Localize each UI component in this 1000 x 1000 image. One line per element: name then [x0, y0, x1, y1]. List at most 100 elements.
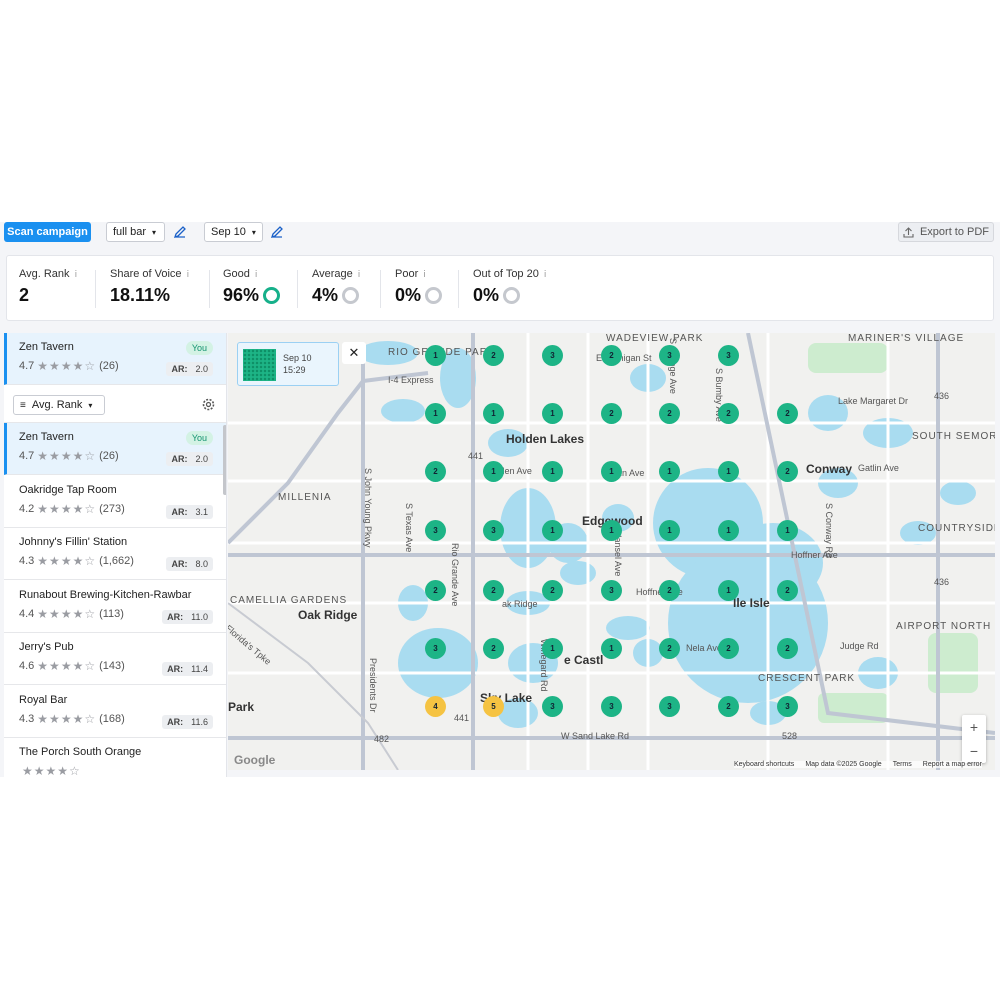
pinned-business[interactable]: Zen Tavern 4.7 ★★★★☆ (26) You AR: 2.0	[4, 333, 226, 385]
date-select[interactable]: Sep 10 ▾	[204, 222, 263, 242]
rank-pin[interactable]: 2	[601, 345, 622, 366]
rank-pin[interactable]: 3	[425, 638, 446, 659]
map-label: S Texas Ave	[404, 503, 414, 553]
toolbar: Scan campaign full bar ▾ Sep 10 ▾ Export…	[0, 222, 1000, 242]
business-list-item[interactable]: Zen Tavern 4.7 ★★★★☆ (26) AR: 2.0 You	[4, 423, 226, 475]
rank-pin[interactable]: 2	[777, 580, 798, 601]
gear-icon[interactable]	[202, 398, 215, 411]
map-label: WADEVIEW PARK	[606, 333, 704, 344]
rank-pin[interactable]: 3	[601, 696, 622, 717]
rank-pin[interactable]: 3	[425, 520, 446, 541]
rating-value: 4.4	[19, 607, 35, 620]
business-list-item[interactable]: Johnny's Fillin' Station 4.3 ★★★★☆ (1,662) A…	[4, 528, 226, 580]
rank-pin[interactable]: 1	[425, 345, 446, 366]
rank-pin[interactable]: 1	[542, 461, 563, 482]
rank-pin[interactable]: 1	[718, 461, 739, 482]
zoom-out-button[interactable]: −	[962, 739, 986, 763]
rank-pin[interactable]: 1	[718, 580, 739, 601]
map-label: 436	[934, 391, 950, 401]
info-icon[interactable]: ⅰ	[75, 269, 78, 280]
donut-icon	[503, 287, 521, 304]
business-list-item[interactable]: Royal Bar 4.3 ★★★★☆ (168) AR: 11.6	[4, 686, 226, 738]
rating-value: 4.3	[19, 712, 35, 725]
scan-card[interactable]: Sep 10 15:29	[237, 342, 339, 386]
rank-pin[interactable]: 2	[777, 638, 798, 659]
business-list-item[interactable]: Runabout Brewing-Kitchen-Rawbar 4.4 ★★★★☆(…	[4, 581, 226, 633]
rank-pin[interactable]: 2	[483, 580, 504, 601]
close-icon[interactable]: ✕	[342, 342, 366, 364]
rank-pin[interactable]: 2	[425, 580, 446, 601]
info-icon[interactable]: ⅰ	[544, 269, 547, 280]
rank-pin[interactable]: 3	[542, 345, 563, 366]
rank-pin[interactable]: 3	[718, 345, 739, 366]
rank-pin[interactable]: 1	[718, 520, 739, 541]
rank-pin[interactable]: 3	[483, 520, 504, 541]
rank-pin[interactable]: 1	[601, 520, 622, 541]
sort-select[interactable]: ≡ Avg. Rank ▾	[13, 395, 105, 415]
stat-out-of-top-20: Out of Top 20 ⅰ 0%	[473, 268, 546, 306]
map-label: Holden Lakes	[506, 432, 585, 446]
rank-pin[interactable]: 3	[777, 696, 798, 717]
rank-pin[interactable]: 2	[718, 696, 739, 717]
rank-pin[interactable]: 3	[601, 580, 622, 601]
info-icon[interactable]: ⅰ	[423, 269, 426, 280]
rank-pin[interactable]: 5	[483, 696, 504, 717]
rank-pin[interactable]: 1	[542, 403, 563, 424]
rank-pin[interactable]: 2	[483, 638, 504, 659]
rank-pin[interactable]: 2	[659, 638, 680, 659]
rank-pin[interactable]: 1	[659, 520, 680, 541]
keyboard-shortcuts-link[interactable]: Keyboard shortcuts	[734, 761, 794, 768]
map-label: lin Ave	[618, 468, 645, 478]
keyword-select[interactable]: full bar ▾	[106, 222, 165, 242]
terms-link[interactable]: Terms	[893, 761, 912, 768]
business-name: Runabout Brewing-Kitchen-Rawbar	[19, 588, 192, 601]
review-count: (113)	[99, 607, 124, 620]
map-label: 436	[934, 577, 950, 587]
scan-campaign-button[interactable]: Scan campaign	[4, 222, 91, 242]
rank-pin[interactable]: 2	[542, 580, 563, 601]
rank-pin[interactable]: 1	[542, 520, 563, 541]
rank-pin[interactable]: 2	[601, 403, 622, 424]
rank-pin[interactable]: 1	[601, 461, 622, 482]
rank-pin[interactable]: 1	[542, 638, 563, 659]
business-list-item[interactable]: Oakridge Tap Room 4.2 ★★★★☆ (273) AR: 3.1	[4, 476, 226, 528]
ar-value: 2.0	[195, 454, 208, 464]
business-list-item[interactable]: The Porch South Orange ★★★★☆	[4, 738, 226, 777]
stat-value: 18.11%	[110, 285, 171, 305]
report-error-link[interactable]: Report a map error	[923, 761, 982, 768]
rank-pin[interactable]: 2	[659, 580, 680, 601]
rank-pin[interactable]: 1	[483, 403, 504, 424]
ar-badge: AR: 8.0	[166, 557, 213, 571]
rank-pin[interactable]: 2	[718, 403, 739, 424]
rank-pin[interactable]: 2	[777, 461, 798, 482]
rank-pin[interactable]: 3	[542, 696, 563, 717]
rank-pin[interactable]: 1	[659, 461, 680, 482]
edit-icon[interactable]	[270, 225, 284, 239]
rank-pin[interactable]: 2	[777, 403, 798, 424]
rank-pin[interactable]: 4	[425, 696, 446, 717]
scrollbar[interactable]	[223, 425, 226, 495]
info-icon[interactable]: ⅰ	[255, 269, 258, 280]
rating-value: 4.6	[19, 660, 35, 672]
sort-row: ≡ Avg. Rank ▾	[4, 385, 226, 423]
rank-pin[interactable]: 1	[777, 520, 798, 541]
rank-pin[interactable]: 1	[601, 638, 622, 659]
ar-badge: AR: 2.0	[166, 362, 213, 376]
rank-pin[interactable]: 2	[718, 638, 739, 659]
rank-pin[interactable]: 3	[659, 345, 680, 366]
rank-pin[interactable]: 1	[425, 403, 446, 424]
business-list-item[interactable]: Jerry's Pub 4.6 ★★★★☆ (143) AR: 11.4	[4, 633, 226, 685]
zoom-in-button[interactable]: +	[962, 715, 986, 739]
info-icon[interactable]: ⅰ	[358, 269, 361, 280]
donut-icon	[263, 287, 281, 304]
rank-pin[interactable]: 1	[483, 461, 504, 482]
stat-avg-rank: Avg. Rank ⅰ 2	[19, 268, 77, 306]
rank-pin[interactable]: 2	[659, 403, 680, 424]
edit-icon[interactable]	[173, 225, 187, 239]
rank-pin[interactable]: 2	[425, 461, 446, 482]
rank-pin[interactable]: 2	[483, 345, 504, 366]
rank-pin[interactable]: 3	[659, 696, 680, 717]
export-pdf-button[interactable]: Export to PDF	[898, 222, 994, 242]
map[interactable]: RIO GRANDE PARK MARINER'S VILLAGE WADEVI…	[228, 333, 995, 770]
info-icon[interactable]: ⅰ	[187, 269, 190, 280]
